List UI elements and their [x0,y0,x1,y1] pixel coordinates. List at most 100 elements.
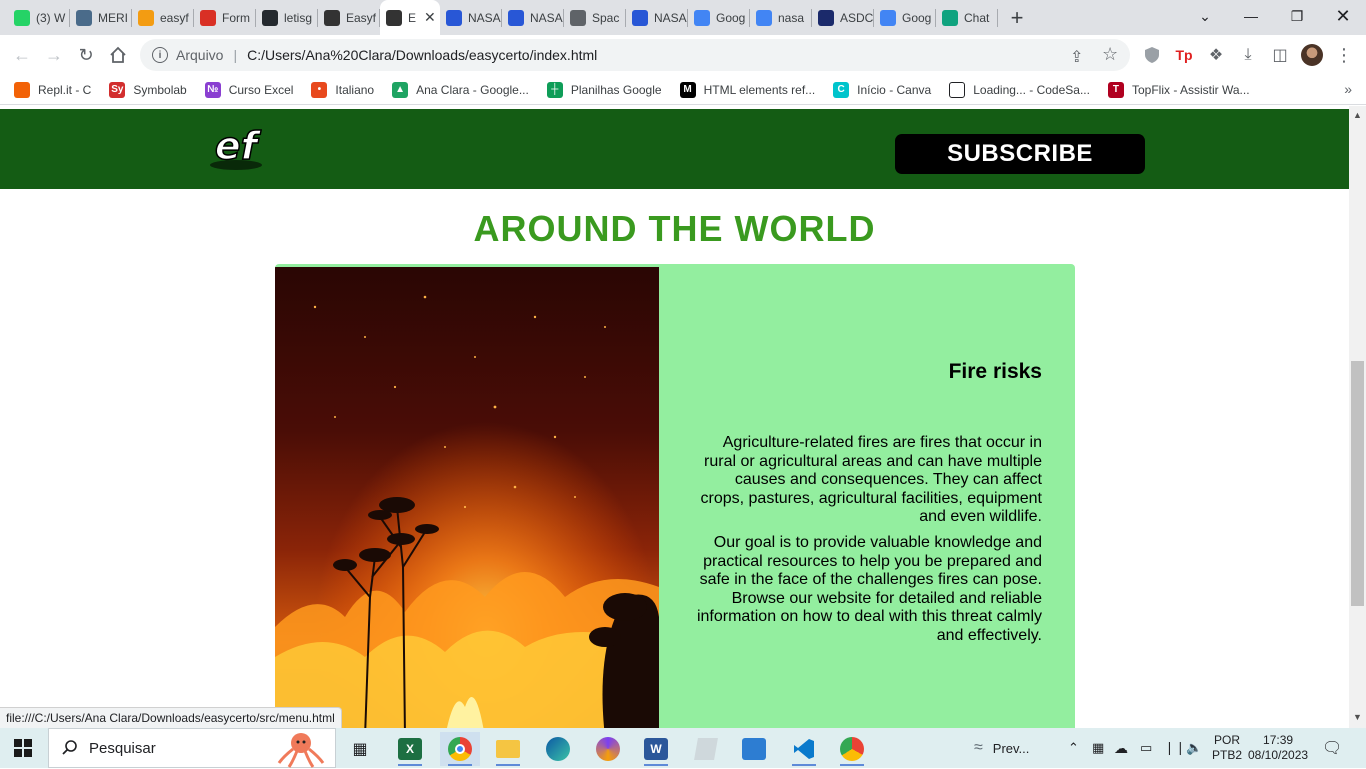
tab-title: Goog [902,10,932,25]
chrome-taskbar-icon[interactable] [440,732,480,766]
vscode-taskbar-icon[interactable] [784,732,824,766]
windows-icon [14,739,32,757]
forward-button[interactable]: → [38,39,70,71]
browser-tab[interactable]: Goog [874,0,936,35]
language-indicator[interactable]: POR PTB2 [1212,728,1242,768]
canva-icon: C [833,81,850,98]
file-explorer-icon[interactable] [488,732,528,766]
photos-icon[interactable] [734,732,774,766]
bookmarks-bar: Repl.it - C Sy Symbolab № Curso Excel • Italia… [0,75,1366,105]
browser-tab[interactable]: NASA [626,0,688,35]
task-view-icon[interactable]: ▦ [340,732,380,766]
link-status-bar: file:///C:/Users/Ana Clara/Downloads/eas… [0,707,342,728]
notepad-icon[interactable] [686,732,726,766]
nasa-icon [632,9,648,26]
close-window-button[interactable]: ✕ [1320,0,1366,32]
profile-avatar[interactable] [1300,43,1324,67]
chrome-profile-taskbar-icon[interactable] [832,732,872,766]
card-paragraph-1: Agriculture-related fires are fires that… [700,434,1043,525]
new-tab-button[interactable]: + [1002,3,1032,33]
tab-search-button[interactable]: ⌄ [1182,0,1228,32]
tab-title: nasa [778,10,805,25]
bookmark-item[interactable]: ▲ Ana Clara - Google... [392,81,529,98]
shield-extension-icon[interactable] [1140,43,1164,67]
browser-tab[interactable]: Goog [688,0,750,35]
page-scrollbar[interactable]: ▲ ▼ [1349,106,1366,728]
tabs-container: (3) W MERI easyf Form letisg Easyf E ✕ NASA NASA S… [0,0,998,35]
ef-icon [324,9,340,26]
wifi-icon[interactable]: ❘❘ [1164,728,1186,768]
browser-tab[interactable]: E ✕ [380,0,440,35]
back-button[interactable]: ← [6,39,38,71]
volume-icon[interactable]: 🔈 [1186,728,1202,768]
clock[interactable]: 17:39 08/10/2023 [1248,728,1308,768]
menu-kebab-icon[interactable]: ⋮ [1332,43,1356,67]
minimize-button[interactable]: — [1228,0,1274,32]
tab-strip: (3) W MERI easyf Form letisg Easyf E ✕ NASA NASA S… [0,0,1366,35]
sheets-icon: ┼ [546,81,563,98]
weather-widget[interactable]: ≈ Prev... [974,728,1029,768]
bookmarks-overflow-icon[interactable]: » [1344,81,1352,97]
browser-tab[interactable]: ASDC [812,0,874,35]
tab-title: NASA [468,10,501,25]
share-icon[interactable]: ⇪ [1070,47,1083,67]
browser-tab[interactable]: Chat [936,0,998,35]
battery-icon[interactable]: ▭ [1140,728,1152,768]
bookmark-item[interactable]: Repl.it - C [14,81,91,98]
infinity-icon [138,9,154,26]
side-panel-icon[interactable]: ◫ [1268,43,1292,67]
bookmark-item[interactable]: ┼ Planilhas Google [546,81,662,98]
download-icon[interactable]: ⤓ [1236,43,1260,67]
home-button[interactable] [102,39,134,71]
excel-taskbar-icon[interactable]: X [390,732,430,766]
clock-date: 08/10/2023 [1248,748,1309,762]
browser-tab[interactable]: NASA [502,0,564,35]
edge-icon[interactable] [538,732,578,766]
bookmark-item[interactable]: C Início - Canva [833,81,932,98]
browser-tab[interactable]: easyf [132,0,194,35]
bookmark-star-icon[interactable]: ☆ [1102,44,1118,65]
bookmark-item[interactable]: M HTML elements ref... [679,81,815,98]
bookmark-item[interactable]: Sy Symbolab [109,81,187,98]
word-taskbar-icon[interactable]: W [636,732,676,766]
reload-button[interactable]: ↻ [70,39,102,71]
browser-tab[interactable]: Easyf [318,0,380,35]
close-tab-icon[interactable]: ✕ [424,9,436,26]
fire-risks-card: Fire risks Agriculture-related fires are… [275,264,1075,728]
start-button[interactable] [0,728,46,768]
browser-app-icon[interactable] [588,732,628,766]
browser-tab[interactable]: nasa [750,0,812,35]
nasa-meatball-icon [818,9,834,26]
browser-tab[interactable]: NASA [440,0,502,35]
browser-tab[interactable]: Spac [564,0,626,35]
browser-tab[interactable]: Form [194,0,256,35]
bookmark-item[interactable]: Loading... - CodeSa... [949,81,1090,98]
info-icon[interactable]: i [152,47,168,63]
wind-icon: ≈ [974,739,983,756]
section-title: AROUND THE WORLD [473,208,876,249]
meet-now-icon[interactable]: ▦ [1092,728,1104,768]
browser-tab[interactable]: MERI [70,0,132,35]
onedrive-icon[interactable]: ☁ [1114,728,1128,768]
scroll-thumb[interactable] [1351,361,1364,606]
bookmark-label: Início - Canva [857,82,932,97]
subscribe-button[interactable]: SUBSCRIBE [895,134,1145,174]
restore-button[interactable]: ❐ [1274,0,1320,32]
scroll-up-icon[interactable]: ▲ [1353,110,1362,120]
bookmark-item[interactable]: № Curso Excel [204,81,293,98]
tray-chevron-icon[interactable]: ⌃ [1068,728,1079,768]
browser-tab[interactable]: (3) W [8,0,70,35]
browser-tab[interactable]: letisg [256,0,318,35]
notifications-icon[interactable]: 🗨 [1322,728,1342,768]
address-bar[interactable]: i Arquivo | C:/Users/Ana%20Clara/Downloa… [140,39,1130,71]
address-url[interactable]: C:/Users/Ana%20Clara/Downloads/easycerto… [247,47,597,63]
taskbar-search[interactable]: Pesquisar [48,728,336,768]
bookmark-item[interactable]: • Italiano [311,81,374,98]
ef-logo[interactable]: ef [206,125,266,173]
windows-taskbar: Pesquisar ▦ X W ≈ Prev... ⌃ ▦ ☁ ▭ ❘❘ 🔈 P… [0,728,1366,768]
topflix-extension-icon[interactable]: Tp [1172,43,1196,67]
bookmarks-list: Repl.it - C Sy Symbolab № Curso Excel • Italia… [14,81,1268,98]
puzzle-extensions-icon[interactable]: ❖ [1204,43,1228,67]
bookmark-item[interactable]: T TopFlix - Assistir Wa... [1107,81,1250,98]
scroll-down-icon[interactable]: ▼ [1353,712,1362,722]
